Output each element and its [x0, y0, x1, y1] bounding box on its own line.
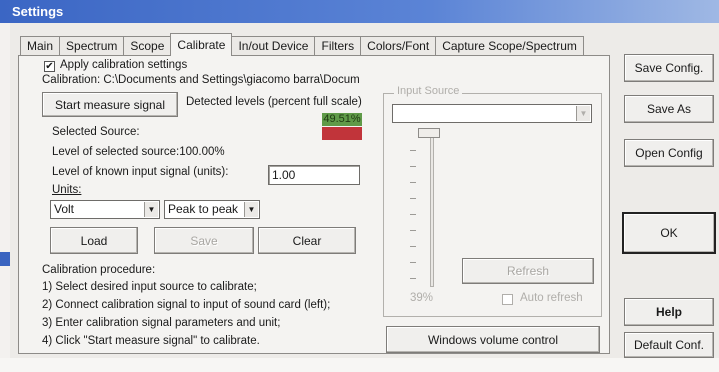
clear-button[interactable]: Clear: [258, 227, 356, 254]
auto-refresh-checkbox[interactable]: [502, 294, 513, 305]
tab-capture-scope-spectrum[interactable]: Capture Scope/Spectrum: [435, 36, 584, 56]
refresh-button[interactable]: Refresh: [462, 258, 594, 284]
slider-tick: [410, 166, 416, 167]
tab-spectrum[interactable]: Spectrum: [59, 36, 125, 56]
tab-filters[interactable]: Filters: [314, 36, 362, 56]
detected-levels-label: Detected levels (percent full scale): [186, 96, 362, 108]
tab-calibrate[interactable]: Calibrate: [170, 33, 233, 56]
auto-refresh-label: Auto refresh: [520, 292, 583, 304]
bottom-margin: [0, 358, 719, 372]
chevron-down-icon: ▼: [144, 202, 158, 217]
default-conf-button[interactable]: Default Conf.: [624, 332, 714, 358]
open-config-button[interactable]: Open Config: [624, 139, 714, 167]
slider-tick: [410, 230, 416, 231]
input-source-legend: Input Source: [394, 85, 463, 97]
background-window-fragment: [0, 252, 10, 266]
tab-colors-font[interactable]: Colors/Font: [360, 36, 437, 56]
slider-tick: [410, 150, 416, 151]
measure-select-value: Peak to peak: [168, 202, 239, 216]
units-label: Units:: [52, 184, 82, 196]
volume-slider-thumb[interactable]: [418, 128, 440, 138]
tab-scope[interactable]: Scope: [123, 36, 172, 56]
slider-tick: [410, 278, 416, 279]
slider-tick: [410, 214, 416, 215]
level-selected-source: Level of selected source:100.00%: [52, 146, 225, 158]
slider-value-label: 39%: [410, 292, 434, 304]
calibration-path: Calibration: C:\Documents and Settings\g…: [42, 74, 360, 86]
slider-tick: [410, 198, 416, 199]
apply-calibration-checkbox[interactable]: ✔: [44, 61, 55, 72]
procedure-step: 2) Connect calibration signal to input o…: [42, 299, 331, 311]
window-title: Settings: [0, 0, 719, 23]
start-measure-signal-button[interactable]: Start measure signal: [42, 92, 178, 117]
save-config-button[interactable]: Save Config.: [624, 54, 714, 82]
help-button[interactable]: Help: [624, 298, 714, 326]
tab-strip: Main Spectrum Scope Calibrate In/out Dev…: [20, 33, 584, 56]
tab-in-out-device[interactable]: In/out Device: [231, 36, 316, 56]
detected-level-bar: [322, 127, 362, 140]
input-source-select[interactable]: ▼: [392, 104, 592, 123]
procedure-step: 3) Enter calibration signal parameters a…: [42, 317, 281, 329]
unit-select[interactable]: Volt ▼: [50, 200, 160, 219]
slider-tick: [410, 182, 416, 183]
known-input-field[interactable]: 1.00: [268, 165, 360, 185]
procedure-step: 4) Click "Start measure signal" to calib…: [42, 335, 260, 347]
procedure-title: Calibration procedure:: [42, 264, 156, 276]
load-button[interactable]: Load: [50, 227, 138, 254]
tab-main[interactable]: Main: [20, 36, 61, 56]
ok-button[interactable]: OK: [622, 212, 716, 254]
slider-tick: [410, 262, 416, 263]
selected-source-label: Selected Source:: [52, 126, 140, 138]
save-as-button[interactable]: Save As: [624, 95, 714, 123]
chevron-down-icon: ▼: [576, 106, 590, 121]
save-button[interactable]: Save: [154, 227, 254, 254]
chevron-down-icon: ▼: [244, 202, 258, 217]
unit-select-value: Volt: [54, 202, 75, 216]
measure-select[interactable]: Peak to peak ▼: [164, 200, 260, 219]
slider-tick: [410, 246, 416, 247]
detected-level-value: 49.51%: [322, 113, 362, 126]
apply-calibration-label: Apply calibration settings: [60, 59, 188, 71]
windows-volume-control-button[interactable]: Windows volume control: [386, 326, 600, 353]
known-input-label: Level of known input signal (units):: [52, 166, 229, 178]
volume-slider-track[interactable]: [430, 135, 434, 287]
procedure-step: 1) Select desired input source to calibr…: [42, 281, 257, 293]
